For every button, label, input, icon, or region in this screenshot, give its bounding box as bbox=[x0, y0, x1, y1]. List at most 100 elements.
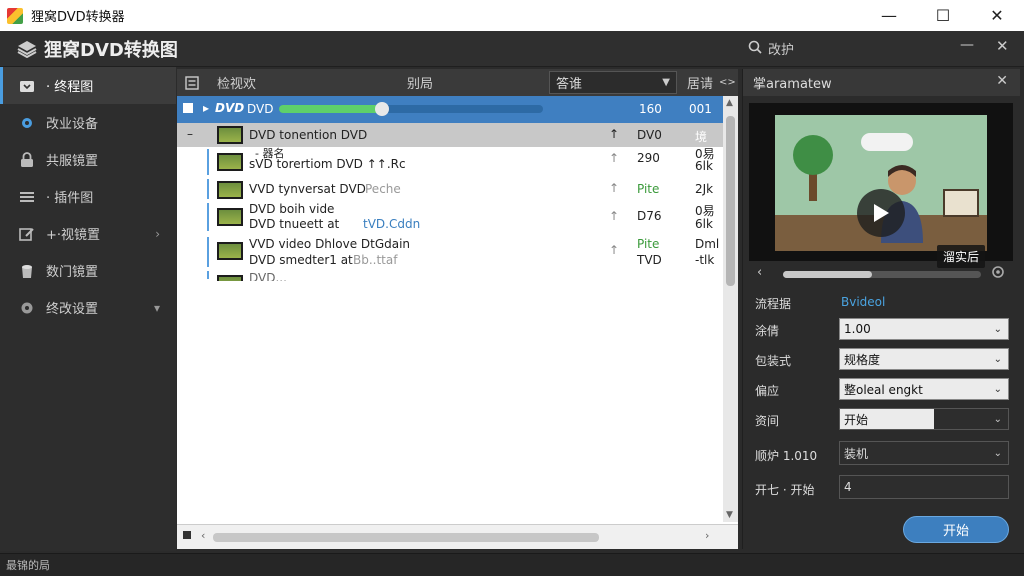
settings-gear-icon[interactable] bbox=[991, 265, 1005, 282]
sidebar-item-5[interactable]: 数门镜置 bbox=[0, 252, 176, 289]
prop-select[interactable]: 装机 ⌄ bbox=[839, 441, 1009, 465]
sidebar-item-4[interactable]: +·视镜置 › bbox=[0, 215, 176, 252]
table-row[interactable]: – DVD tonention DVD ↑ DV0 境 bbox=[177, 123, 723, 147]
sidebar-item-label: +·视镜置 bbox=[46, 228, 101, 243]
progress-fill bbox=[279, 105, 382, 113]
prop-title-value[interactable]: Bvideol bbox=[841, 295, 885, 309]
bucket-icon bbox=[18, 262, 36, 280]
sidebar: · 终程图 改业设备 共服镜置 · 插件图 +·视镜置 › 数门镜置 终改设置 … bbox=[0, 67, 176, 551]
prop-label: 开七 · 开始 bbox=[755, 483, 815, 497]
status-bar: 最锦的局 bbox=[0, 553, 1024, 576]
chevron-left-icon[interactable]: ‹ bbox=[757, 265, 762, 280]
column-header-type[interactable]: 别局 bbox=[407, 69, 433, 96]
column-header-status[interactable]: 居请 bbox=[687, 69, 713, 96]
window-title: 狸窝DVD转换器 bbox=[31, 10, 125, 25]
row-collapse-icon[interactable]: – bbox=[187, 127, 193, 141]
settings-icon bbox=[18, 299, 36, 317]
sidebar-item-6[interactable]: 终改设置 ▾ bbox=[0, 289, 176, 326]
row-format-alt: TVD bbox=[637, 253, 662, 267]
chevron-down-icon: ⌄ bbox=[993, 383, 1002, 395]
sidebar-item-label: 共服镜置 bbox=[46, 154, 99, 169]
prop-label: 顺炉 1.010 bbox=[755, 449, 818, 463]
format-dropdown[interactable]: 答谁 ▼ bbox=[549, 71, 677, 94]
close-icon[interactable]: ✕ bbox=[996, 73, 1008, 89]
row-size: 160 bbox=[639, 102, 662, 116]
preview-title: 掌aramatew bbox=[753, 77, 832, 92]
table-row[interactable]: DVD... bbox=[177, 269, 723, 281]
up-arrow-icon: ↑ bbox=[609, 181, 620, 195]
row-subtitle: DVD tnueett at bbox=[249, 217, 340, 231]
start-button[interactable]: 开始 bbox=[903, 516, 1009, 543]
row-checkbox[interactable] bbox=[183, 531, 191, 539]
table-row[interactable]: DVD boih vide DVD tnueett at tVD.Cddn ↑ … bbox=[177, 201, 723, 233]
video-thumbnail bbox=[217, 126, 243, 144]
maximize-button[interactable]: ☐ bbox=[916, 0, 970, 31]
tree bbox=[793, 135, 833, 175]
preview-header: 掌aramatew ✕ bbox=[743, 69, 1020, 96]
progress-knob[interactable] bbox=[374, 102, 389, 116]
row-size: -tlk bbox=[695, 253, 715, 267]
scroll-thumb[interactable] bbox=[726, 116, 735, 286]
sidebar-item-1[interactable]: 改业设备 bbox=[0, 104, 176, 141]
scroll-left-icon[interactable]: ‹ bbox=[201, 529, 205, 542]
scroll-right-icon[interactable]: › bbox=[705, 529, 709, 542]
column-header-name[interactable]: 检视欢 bbox=[217, 69, 256, 96]
row-title: VVD video Dhlove DtGdain bbox=[249, 237, 411, 251]
os-title-bar: 狸窝DVD转换器 — ☐ ✕ bbox=[0, 0, 1024, 31]
sidebar-item-2[interactable]: 共服镜置 bbox=[0, 141, 176, 178]
prop-select[interactable]: 开始 ⌄ bbox=[839, 408, 1009, 430]
prop-select[interactable]: 整oleal engkt ⌄ bbox=[839, 378, 1009, 400]
row-indent-line bbox=[207, 149, 209, 175]
minimize-button[interactable]: — bbox=[862, 0, 916, 31]
list-horizontal-scrollbar[interactable]: ‹ › bbox=[177, 524, 738, 549]
prop-select[interactable]: 规格度 ⌄ bbox=[839, 348, 1009, 370]
list-vertical-scrollbar[interactable]: ▲ ▼ bbox=[723, 96, 738, 522]
play-icon[interactable] bbox=[857, 189, 905, 237]
video-preview[interactable]: 溜实后 bbox=[749, 103, 1013, 268]
scroll-down-icon[interactable]: ▼ bbox=[726, 510, 733, 520]
list-view-icon[interactable] bbox=[185, 69, 199, 96]
table-row[interactable]: VVD video Dhlove DtGdain DVD smedter1 at… bbox=[177, 235, 723, 269]
lock-icon bbox=[18, 151, 36, 169]
scroll-thumb[interactable] bbox=[213, 533, 599, 542]
search-label: 改护 bbox=[768, 43, 795, 58]
window-controls: — ☐ ✕ bbox=[862, 0, 1024, 31]
prop-input-value: 4 bbox=[844, 480, 852, 494]
row-name: DVD bbox=[247, 102, 274, 116]
video-thumbnail bbox=[217, 242, 243, 260]
prop-label: 资间 bbox=[755, 414, 780, 428]
table-row-selected[interactable]: ▸ DVD DVD 160 001 bbox=[177, 96, 723, 123]
format-dropdown-value: 答谁 bbox=[556, 77, 583, 92]
seek-track[interactable] bbox=[783, 271, 981, 278]
seek-bar[interactable]: ‹ bbox=[749, 265, 1013, 283]
prop-title-label: 流程据 bbox=[755, 297, 792, 311]
scroll-up-icon[interactable]: ▲ bbox=[726, 98, 733, 108]
prop-select-value: 1.00 bbox=[844, 322, 871, 336]
row-subtitle-link[interactable]: tVD.Cddn bbox=[363, 217, 420, 231]
close-button[interactable]: ✕ bbox=[970, 0, 1024, 31]
row-checkbox[interactable] bbox=[183, 103, 193, 113]
sidebar-item-3[interactable]: · 插件图 bbox=[0, 178, 176, 215]
sign-board bbox=[943, 189, 979, 217]
table-row[interactable]: - 器名 sVD torertiom DVD ↑↑.Rc ↑ 290 0易 6l… bbox=[177, 147, 723, 177]
search-icon bbox=[748, 40, 762, 58]
row-status: Dml bbox=[695, 237, 720, 251]
sidebar-item-label: 终改设置 bbox=[46, 302, 99, 317]
prop-select-value: 规格度 bbox=[844, 352, 881, 367]
app-title: 狸窝DVD转换图 bbox=[44, 39, 178, 61]
table-row[interactable]: VVD tynversat DVD Peche ↑ Pite 2Jk bbox=[177, 177, 723, 201]
column-scroll-arrows[interactable]: <> bbox=[719, 69, 736, 96]
panel-close-button[interactable]: ✕ bbox=[996, 37, 1009, 55]
row-size: 6lk bbox=[695, 217, 713, 231]
prop-input[interactable]: 4 bbox=[839, 475, 1009, 499]
header-search[interactable]: 改护 bbox=[748, 39, 794, 58]
panel-minimize-button[interactable]: — bbox=[960, 37, 974, 53]
row-format: D76 bbox=[637, 209, 662, 223]
up-arrow-icon: ↑ bbox=[609, 151, 620, 165]
row-title: DVD boih vide bbox=[249, 202, 335, 216]
up-arrow-icon: ↑ bbox=[609, 209, 620, 223]
sidebar-item-0[interactable]: · 终程图 bbox=[0, 67, 176, 104]
prop-select[interactable]: 1.00 ⌄ bbox=[839, 318, 1009, 340]
row-indent-line bbox=[207, 203, 209, 231]
expand-arrow-icon[interactable]: ▸ bbox=[203, 101, 209, 115]
